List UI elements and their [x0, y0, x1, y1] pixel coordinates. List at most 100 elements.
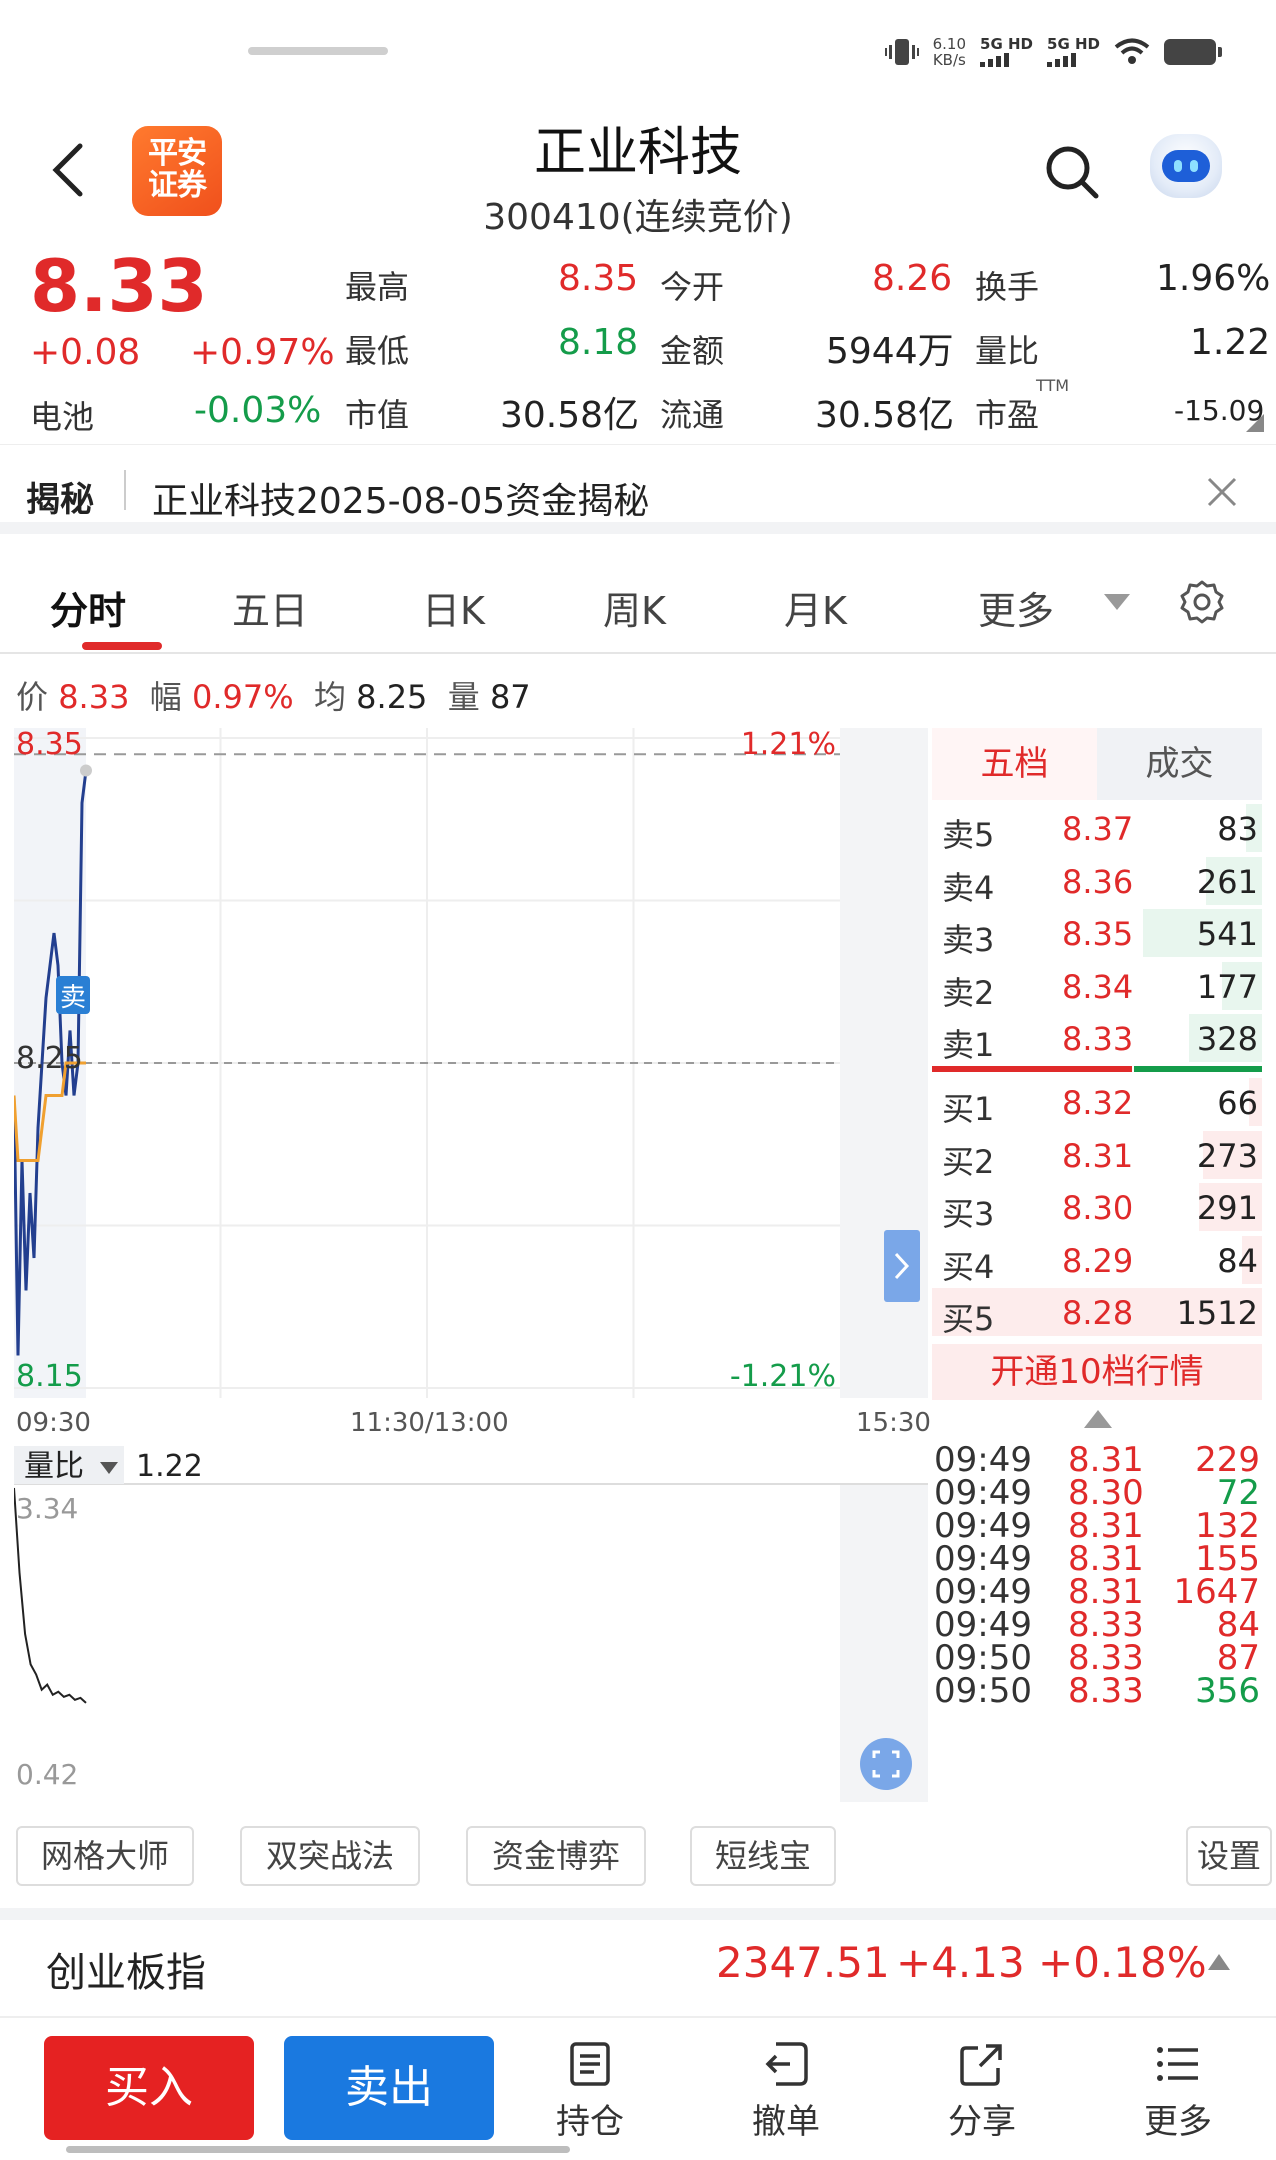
index-name: 创业板指 — [46, 1950, 206, 1996]
sell-marker-label: 卖 — [60, 983, 86, 1013]
tab-monthly-k[interactable]: 月K — [784, 580, 847, 635]
level-price: 8.30 — [1062, 1189, 1134, 1227]
vol-ratio-value: 1.22 — [1190, 322, 1271, 363]
bid-level-row[interactable]: 买3 8.30 291 — [932, 1181, 1262, 1233]
ask-level-row[interactable]: 卖3 8.35 541 — [932, 907, 1262, 959]
tool-fund-game[interactable]: 资金博弈 — [466, 1826, 646, 1886]
trade-row: 09:50 8.33 356 — [934, 1671, 1260, 1716]
tool-short-term[interactable]: 短线宝 — [690, 1826, 836, 1886]
x-label-close: 15:30 — [856, 1408, 931, 1438]
level-volume: 177 — [1196, 967, 1258, 1006]
pct-top-label: 1.21% — [741, 728, 836, 762]
sector-change[interactable]: -0.03% — [194, 390, 321, 431]
open-value: 8.26 — [872, 258, 953, 299]
x-label-noon: 11:30/13:00 — [350, 1408, 509, 1438]
trade-volume: 356 — [1195, 1671, 1260, 1711]
level-volume: 261 — [1196, 862, 1258, 901]
sell-button[interactable]: 卖出 — [284, 2036, 494, 2140]
level-price: 8.37 — [1062, 810, 1134, 848]
level-volume: 66 — [1217, 1084, 1258, 1122]
ask-level-row[interactable]: 卖4 8.36 261 — [932, 855, 1262, 907]
share-label: 分享 — [948, 2102, 1016, 2142]
tool-grid-master[interactable]: 网格大师 — [16, 1826, 194, 1886]
close-icon[interactable] — [1206, 476, 1238, 508]
level-label: 卖3 — [942, 921, 995, 959]
banner-divider — [124, 470, 126, 510]
more-button[interactable]: 更多 — [1118, 2040, 1238, 2143]
collapse-up-icon[interactable] — [1082, 1408, 1114, 1430]
tab-trades[interactable]: 成交 — [1097, 728, 1262, 800]
triangle-up-icon — [1208, 1954, 1230, 1970]
share-button[interactable]: 分享 — [922, 2040, 1042, 2143]
tab-daily-k[interactable]: 日K — [422, 580, 485, 635]
banner-text[interactable]: 正业科技2025-08-05资金揭秘 — [152, 472, 649, 524]
turnover-value: 1.96% — [1156, 258, 1271, 299]
tab-weekly-k[interactable]: 周K — [603, 580, 666, 635]
bid-level-row[interactable]: 买4 8.29 84 — [932, 1234, 1262, 1286]
chevron-down-icon[interactable] — [1104, 594, 1130, 612]
level-price: 8.29 — [1062, 1241, 1134, 1280]
holdings-button[interactable]: 持仓 — [530, 2040, 650, 2143]
expand-corner-icon[interactable] — [1246, 414, 1264, 432]
float-label: 流通 — [660, 396, 725, 434]
high-value: 8.35 — [558, 258, 639, 299]
tool-settings[interactable]: 设置 — [1186, 1826, 1272, 1886]
cancel-order-label: 撤单 — [752, 2102, 820, 2142]
y-top-label: 8.35 — [16, 728, 83, 762]
level-price: 8.28 — [1062, 1294, 1134, 1332]
low-value: 8.18 — [558, 322, 639, 363]
level-label: 买1 — [942, 1090, 995, 1128]
volume-ratio-chart[interactable]: 量比 1.22 3.34 0.42 — [14, 1444, 928, 1802]
intraday-price-chart[interactable]: 8.35 8.25 8.15 1.21% -1.21% 卖 — [14, 728, 928, 1398]
level-label: 买2 — [942, 1142, 995, 1181]
low-label: 最低 — [345, 332, 410, 370]
open-10-level-button[interactable]: 开通10档行情 — [932, 1344, 1262, 1400]
undo-icon — [765, 2042, 808, 2086]
y-bottom-label: 8.15 — [16, 1359, 83, 1394]
bid-level-row[interactable]: 买2 8.31 273 — [932, 1129, 1262, 1181]
amount-value: 5944万 — [826, 331, 954, 372]
ask-level-row[interactable]: 卖2 8.34 177 — [932, 960, 1262, 1012]
ask-level-row[interactable]: 卖5 8.37 83 — [932, 802, 1262, 854]
assistant-robot-icon[interactable] — [1150, 134, 1222, 198]
vol-top-label: 3.34 — [16, 1492, 78, 1525]
indicator-label: 量比 — [24, 1449, 84, 1484]
pe-label: 市盈 — [975, 396, 1040, 434]
pct-bottom-label: -1.21% — [730, 1359, 836, 1394]
level-volume: 291 — [1196, 1189, 1258, 1227]
vol-ratio-label: 量比 — [975, 332, 1040, 370]
bid-level-row[interactable]: 买1 8.32 66 — [932, 1076, 1262, 1128]
signal-bars-icon — [1047, 53, 1077, 67]
signal-bars-icon — [980, 53, 1010, 67]
bid-level-row[interactable]: 买5 8.28 1512 — [932, 1286, 1262, 1338]
level-volume: 83 — [1217, 810, 1258, 848]
expand-orderbook-button[interactable] — [884, 1230, 920, 1302]
tool-double-breakout[interactable]: 双突战法 — [240, 1826, 420, 1886]
level-price: 8.35 — [1062, 915, 1134, 953]
vol-chart-background — [14, 1444, 928, 1802]
mcap-value: 30.58亿 — [500, 395, 640, 436]
tab-intraday[interactable]: 分时 — [50, 580, 126, 635]
level-volume: 273 — [1196, 1136, 1258, 1175]
open-label: 今开 — [660, 268, 725, 306]
buy-button[interactable]: 买入 — [44, 2036, 254, 2140]
status-bar: 6.10 KB/s 5G HD 5G HD — [0, 0, 1276, 100]
level-volume: 84 — [1217, 1241, 1258, 1280]
buy-sell-ratio-red — [932, 1066, 1132, 1072]
cancel-order-button[interactable]: 撤单 — [726, 2040, 846, 2143]
level-price: 8.33 — [1062, 1020, 1134, 1058]
fullscreen-button[interactable] — [860, 1738, 912, 1790]
tab-five-day[interactable]: 五日 — [232, 580, 308, 635]
level-label: 卖5 — [942, 816, 995, 854]
gear-icon[interactable] — [1178, 578, 1226, 626]
tab-more[interactable]: 更多 — [978, 580, 1054, 635]
ask-level-row[interactable]: 卖1 8.33 328 — [932, 1012, 1262, 1064]
sector-label: 电池 — [30, 398, 95, 436]
search-icon[interactable] — [1044, 144, 1100, 200]
tab-five-levels[interactable]: 五档 — [932, 728, 1097, 800]
active-tab-indicator — [82, 642, 162, 650]
wifi-icon — [1114, 38, 1150, 64]
level-label: 买5 — [942, 1300, 995, 1338]
index-change-pct: +0.18% — [1038, 1938, 1207, 1987]
sell-marker[interactable]: 卖 — [56, 976, 90, 1014]
